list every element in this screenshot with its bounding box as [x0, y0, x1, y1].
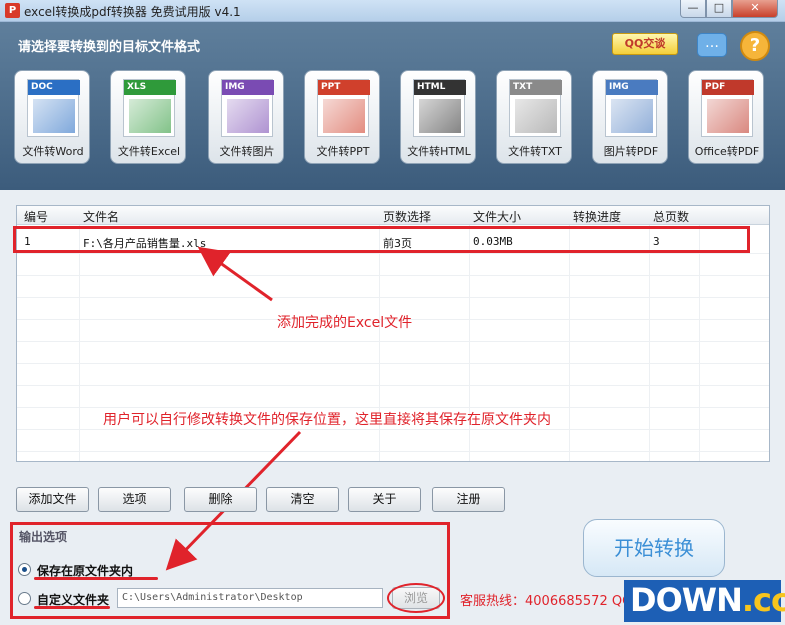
radio-save-original[interactable] — [18, 563, 31, 576]
col-header-page-select[interactable]: 页数选择 — [383, 208, 431, 225]
format-tag: TXT — [510, 80, 562, 95]
chat-bubble-icon[interactable]: … — [697, 33, 727, 57]
register-button[interactable]: 注册 — [432, 487, 505, 512]
format-tag: DOC — [28, 80, 80, 95]
format-picture-icon — [515, 99, 557, 133]
format-tag: IMG — [222, 80, 274, 95]
help-icon[interactable]: ? — [740, 31, 770, 61]
format-tile-label: 文件转Word — [22, 145, 84, 158]
format-tile-xls-1[interactable]: XLS 文件转Excel — [110, 70, 186, 164]
format-picture-icon — [227, 99, 269, 133]
grid-hline — [17, 275, 769, 276]
format-tag: PDF — [702, 80, 754, 95]
format-tile-label: 文件转TXT — [508, 145, 562, 158]
output-options-title: 输出选项 — [19, 530, 68, 544]
format-tile-label: 文件转HTML — [407, 145, 471, 158]
grid-hline — [17, 385, 769, 386]
format-banner: 请选择要转换到的目标文件格式 QQ交谈 … ? DOC 文件转Word XLS 文件转… — [0, 22, 785, 190]
col-header-total-pages[interactable]: 总页数 — [653, 208, 689, 225]
radio-custom-folder[interactable] — [18, 592, 31, 605]
format-picture-icon — [129, 99, 171, 133]
format-tile-label: 文件转PPT — [316, 145, 370, 158]
add-file-button[interactable]: 添加文件 — [16, 487, 89, 512]
format-tile-img-2[interactable]: IMG 文件转图片 — [208, 70, 284, 164]
delete-button[interactable]: 删除 — [184, 487, 257, 512]
about-button[interactable]: 关于 — [348, 487, 421, 512]
format-picture-icon — [419, 99, 461, 133]
qq-chat-button[interactable]: QQ交谈 — [612, 33, 678, 55]
format-picture-icon — [33, 99, 75, 133]
format-document-icon: PPT — [317, 79, 370, 137]
window-title: excel转换成pdf转换器 免费试用版 v4.1 — [24, 5, 241, 19]
format-document-icon: IMG — [605, 79, 658, 137]
clear-button[interactable]: 清空 — [266, 487, 339, 512]
format-document-icon: IMG — [221, 79, 274, 137]
grid-hline — [17, 407, 769, 408]
highlight-ring-browse — [387, 583, 445, 613]
format-tile-ppt-3[interactable]: PPT 文件转PPT — [304, 70, 380, 164]
title-bar: P excel转换成pdf转换器 免费试用版 v4.1 — □ ✕ — [0, 0, 785, 22]
grid-hline — [17, 451, 769, 452]
format-tile-label: Office转PDF — [694, 145, 760, 158]
grid-hline — [17, 341, 769, 342]
format-tile-label: 文件转Excel — [117, 145, 181, 158]
format-document-icon: TXT — [509, 79, 562, 137]
grid-hline — [17, 363, 769, 364]
underline-mark — [34, 606, 110, 609]
table-header: 编号 文件名 页数选择 文件大小 转换进度 总页数 — [17, 206, 769, 225]
underline-mark — [34, 577, 158, 580]
format-tag: HTML — [414, 80, 466, 95]
watermark-main: DOWN — [630, 581, 743, 619]
format-tag: IMG — [606, 80, 658, 95]
format-picture-icon — [323, 99, 365, 133]
format-document-icon: PDF — [701, 79, 754, 137]
format-document-icon: HTML — [413, 79, 466, 137]
maximize-button[interactable]: □ — [706, 0, 732, 18]
radio-dot — [22, 567, 27, 572]
format-document-icon: DOC — [27, 79, 80, 137]
grid-hline — [17, 253, 769, 254]
watermark-logo: DOWN.cc — [624, 580, 785, 622]
service-hotline: 客服热线：4006685572 QQ — [460, 594, 633, 609]
options-button[interactable]: 选项 — [98, 487, 171, 512]
annotation-added-file: 添加完成的Excel文件 — [277, 315, 413, 331]
format-tile-img-6[interactable]: IMG 图片转PDF — [592, 70, 668, 164]
format-document-icon: XLS — [123, 79, 176, 137]
format-tag: PPT — [318, 80, 370, 95]
format-tile-doc-0[interactable]: DOC 文件转Word — [14, 70, 90, 164]
start-convert-button[interactable]: 开始转换 — [583, 519, 725, 577]
col-header-file-size[interactable]: 文件大小 — [473, 208, 521, 225]
annotation-save-location: 用户可以自行修改转换文件的保存位置，这里直接将其保存在原文件夹内 — [103, 412, 551, 428]
format-tile-html-4[interactable]: HTML 文件转HTML — [400, 70, 476, 164]
format-tag: XLS — [124, 80, 176, 95]
format-tile-label: 文件转图片 — [219, 145, 275, 158]
minimize-button[interactable]: — — [680, 0, 706, 18]
col-header-filename[interactable]: 文件名 — [83, 208, 119, 225]
format-picture-icon — [611, 99, 653, 133]
highlight-box-file-row — [13, 226, 750, 253]
format-tile-label: 图片转PDF — [603, 145, 659, 158]
banner-title: 请选择要转换到的目标文件格式 — [18, 40, 201, 55]
watermark-suffix: .cc — [741, 581, 785, 619]
format-tile-pdf-7[interactable]: PDF Office转PDF — [688, 70, 764, 164]
app-icon: P — [5, 3, 20, 18]
format-tile-txt-5[interactable]: TXT 文件转TXT — [496, 70, 572, 164]
output-path-input[interactable]: C:\Users\Administrator\Desktop — [117, 588, 383, 608]
grid-hline — [17, 429, 769, 430]
col-header-number[interactable]: 编号 — [24, 208, 48, 225]
close-button[interactable]: ✕ — [732, 0, 778, 18]
col-header-progress[interactable]: 转换进度 — [573, 208, 621, 225]
format-picture-icon — [707, 99, 749, 133]
grid-hline — [17, 297, 769, 298]
